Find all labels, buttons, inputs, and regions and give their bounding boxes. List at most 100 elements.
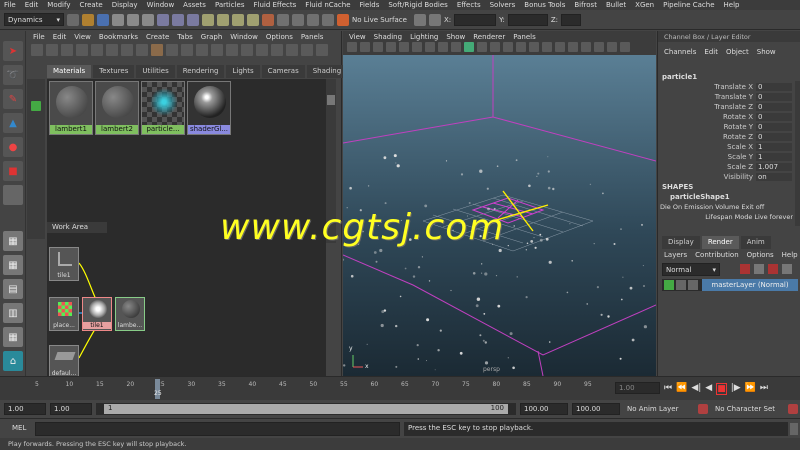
time-slider[interactable]: 5 10 15 20 25 30 35 40 45 50 55 60 65 70 75 80 85 90 95 25… <box>0 376 800 400</box>
lasso-tool-icon[interactable]: ➰ <box>3 65 23 85</box>
command-language-label[interactable]: MEL <box>12 424 26 432</box>
vp-tool-3-icon[interactable] <box>373 42 383 52</box>
ipr-icon[interactable] <box>307 13 319 26</box>
work-area-tab[interactable]: Work Area <box>47 222 107 233</box>
shape-attribute-row[interactable]: Die On Emission Volume Exit off <box>660 203 793 211</box>
hs-tool-5-icon[interactable] <box>91 44 103 56</box>
menu-assets[interactable]: Assets <box>183 1 206 9</box>
magnet-icon[interactable] <box>337 13 349 26</box>
render-check-icon[interactable] <box>664 280 674 290</box>
mask-2-icon[interactable] <box>172 13 184 26</box>
vp-menu-show[interactable]: Show <box>446 33 465 41</box>
tab-render[interactable]: Render <box>701 236 739 249</box>
history-icon[interactable] <box>277 13 289 26</box>
vp-tool-14-icon[interactable] <box>516 42 526 52</box>
snap-curve-icon[interactable] <box>217 13 229 26</box>
hs-menu-file[interactable]: File <box>33 33 45 41</box>
tab-shading[interactable]: Shading <box>306 65 348 78</box>
layer-mode-dropdown[interactable]: Normal ▾ <box>662 263 720 276</box>
hs-menu-options[interactable]: Options <box>266 33 293 41</box>
vp-tool-20-icon[interactable] <box>594 42 604 52</box>
layout-four-icon[interactable]: ▦ <box>3 255 23 275</box>
le-menu-help[interactable]: Help <box>782 251 798 259</box>
range-end-field[interactable]: 100.00 <box>520 403 568 415</box>
layer-playback-icon[interactable] <box>688 280 698 290</box>
character-set-dropdown[interactable]: No Character Set <box>712 403 784 415</box>
tab-materials[interactable]: Materials <box>47 65 92 78</box>
channel-box-scrollbar[interactable] <box>795 81 800 226</box>
vp-menu-view[interactable]: View <box>349 33 366 41</box>
vp-menu-lighting[interactable]: Lighting <box>410 33 438 41</box>
hs-tool-4-icon[interactable] <box>76 44 88 56</box>
node-tile-mid[interactable]: tile1 <box>82 297 112 331</box>
menu-bonus-tools[interactable]: Bonus Tools <box>524 1 565 9</box>
menu-edit[interactable]: Edit <box>25 1 39 9</box>
layout-single-icon[interactable]: ▦ <box>3 231 23 251</box>
mask-3-icon[interactable] <box>187 13 199 26</box>
render-icon[interactable] <box>292 13 304 26</box>
vp-tool-9-icon[interactable] <box>451 42 461 52</box>
hs-menu-panels[interactable]: Panels <box>301 33 324 41</box>
attribute-row[interactable]: Scale Y1 <box>702 153 792 161</box>
snap-point-icon[interactable] <box>232 13 244 26</box>
menu-pipeline-cache[interactable]: Pipeline Cache <box>663 1 714 9</box>
menu-window[interactable]: Window <box>147 1 175 9</box>
menu-help[interactable]: Help <box>724 1 740 9</box>
attribute-value[interactable]: 1 <box>756 143 792 151</box>
node-tile-top[interactable]: tile1 <box>49 247 79 281</box>
auto-key-icon[interactable] <box>788 404 798 414</box>
play-backward-icon[interactable]: ◀ <box>705 383 712 395</box>
rotate-tool-icon[interactable]: ● <box>3 137 23 157</box>
vp-tool-13-icon[interactable] <box>503 42 513 52</box>
menu-solvers[interactable]: Solvers <box>490 1 516 9</box>
le-menu-layers[interactable]: Layers <box>664 251 687 259</box>
attribute-value[interactable]: 1 <box>756 153 792 161</box>
vp-tool-17-icon[interactable] <box>555 42 565 52</box>
save-scene-icon[interactable] <box>97 13 109 26</box>
swatch-particle[interactable]: particle... <box>141 81 185 135</box>
range-bar[interactable]: 1 100 <box>96 403 516 415</box>
anim-layer-dropdown[interactable]: No Anim Layer <box>624 403 694 415</box>
hs-menu-window[interactable]: Window <box>230 33 258 41</box>
attribute-row[interactable]: Scale Z 1.007 <box>702 163 792 171</box>
menu-effects[interactable]: Effects <box>457 1 481 9</box>
y-field[interactable] <box>507 13 548 26</box>
hs-tool-17-icon[interactable] <box>271 44 283 56</box>
hs-tool-15-icon[interactable] <box>241 44 253 56</box>
snap-view-icon[interactable] <box>247 13 259 26</box>
tab-display[interactable]: Display <box>662 236 700 249</box>
hs-tool-20-icon[interactable] <box>316 44 328 56</box>
vp-menu-renderer[interactable]: Renderer <box>473 33 505 41</box>
node-place2d[interactable]: place... <box>49 297 79 331</box>
cb-menu-edit[interactable]: Edit <box>704 48 718 56</box>
x-field[interactable] <box>454 13 497 26</box>
live-surface-icon[interactable] <box>262 13 274 26</box>
hs-tool-10-icon[interactable] <box>166 44 178 56</box>
vp-tool-5-icon[interactable] <box>399 42 409 52</box>
hs-menu-create[interactable]: Create <box>146 33 169 41</box>
layout-side-icon[interactable]: ▤ <box>3 279 23 299</box>
anim-start-field[interactable]: 1.00 <box>4 403 46 415</box>
absolute-transform-icon[interactable] <box>428 13 441 26</box>
step-forward-key-icon[interactable]: ⏩ <box>745 383 756 395</box>
vp-tool-10-icon[interactable] <box>464 42 474 52</box>
open-scene-icon[interactable] <box>82 13 94 26</box>
vp-tool-15-icon[interactable] <box>529 42 539 52</box>
step-back-frame-icon[interactable]: ◀| <box>691 383 701 395</box>
menu-xgen[interactable]: XGen <box>635 1 654 9</box>
hs-tool-11-icon[interactable] <box>181 44 193 56</box>
vp-tool-7-icon[interactable] <box>425 42 435 52</box>
menu-file[interactable]: File <box>4 1 16 9</box>
attribute-value[interactable]: 0 <box>756 103 792 111</box>
last-tool-icon[interactable] <box>3 185 23 205</box>
vp-tool-1-icon[interactable] <box>347 42 357 52</box>
stop-icon[interactable]: ■ <box>716 383 727 395</box>
current-time-field[interactable]: 1.00 <box>615 382 660 394</box>
menu-particles[interactable]: Particles <box>215 1 245 9</box>
vp-tool-22-icon[interactable] <box>620 42 630 52</box>
vp-menu-shading[interactable]: Shading <box>374 33 402 41</box>
hs-tool-1-icon[interactable] <box>31 44 43 56</box>
node-lambert[interactable]: lambe... <box>115 297 145 331</box>
hs-menu-tabs[interactable]: Tabs <box>177 33 193 41</box>
vp-tool-6-icon[interactable] <box>412 42 422 52</box>
